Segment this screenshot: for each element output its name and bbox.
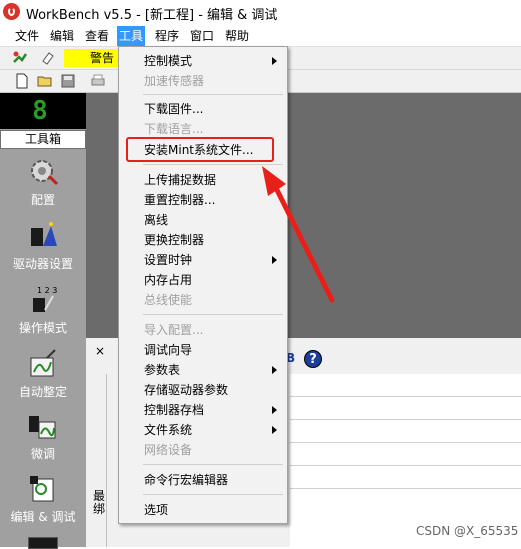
edit-debug-icon: [30, 476, 54, 502]
menu-item-accel-sensor: 加速传感器: [144, 74, 205, 88]
tool-label: 操作模式: [18, 321, 67, 335]
menu-program[interactable]: 程序: [153, 26, 181, 46]
tool-edit-debug[interactable]: 编辑 & 调试: [0, 473, 86, 525]
menu-bar: 文件 编辑 查看 工具 程序 窗口 帮助: [0, 26, 521, 47]
menu-item-download-firmware[interactable]: 下载固件...: [120, 99, 285, 119]
tool-drive-setup[interactable]: 驱动器设置: [0, 220, 86, 272]
title-bar: WorkBench v5.5 - [新工程] - 编辑 & 调试: [0, 0, 521, 24]
tool-label: 编辑 & 调试: [10, 510, 76, 524]
status-display: 8: [0, 93, 86, 129]
gear-icon: [31, 160, 59, 186]
annotation-highlight-box: [126, 137, 274, 162]
drive-wizard-icon: [31, 222, 57, 246]
finetune-icon: [29, 416, 56, 439]
menu-edit[interactable]: 编辑: [48, 26, 76, 46]
toolbox-title: 工具箱: [0, 130, 86, 149]
tool-label: 自动整定: [18, 385, 67, 399]
menu-view[interactable]: 查看: [83, 26, 111, 46]
panel-side-label: 最绑: [93, 489, 106, 516]
submenu-arrow-icon: [272, 406, 277, 414]
menu-separator: [143, 464, 283, 465]
toolbox-panel: 8 工具箱 配置 驱动器设置 1 2 3 操作模式 自动整定 微调 编辑 & 调…: [0, 93, 86, 549]
menu-item-import-config: 导入配置...: [144, 323, 204, 337]
menu-item-debug-wizard[interactable]: 调试向导: [120, 340, 285, 360]
tool-label: 配置: [30, 193, 55, 207]
operating-mode-icon: 1 2 3: [33, 286, 57, 312]
close-icon[interactable]: ×: [95, 344, 105, 358]
menu-separator: [143, 494, 283, 495]
menu-item-download-language: 下载语言...: [144, 122, 204, 136]
menu-separator: [143, 94, 283, 95]
divider: [290, 465, 521, 466]
submenu-arrow-icon: [272, 366, 277, 374]
menu-item-parameter-table[interactable]: 参数表: [120, 360, 285, 380]
divider: [290, 488, 521, 489]
eraser-icon[interactable]: [40, 50, 56, 66]
autotune-icon: [30, 349, 56, 377]
tool-label: 驱动器设置: [12, 257, 73, 271]
menu-item-macro-editor[interactable]: 命令行宏编辑器: [120, 470, 285, 490]
status-digit: 8: [32, 96, 48, 126]
window-title: WorkBench v5.5 - [新工程] - 编辑 & 调试: [26, 8, 278, 23]
menu-item-file-system[interactable]: 文件系统: [120, 420, 285, 440]
menu-item-network-devices: 网络设备: [144, 443, 193, 457]
tool-autotune[interactable]: 自动整定: [0, 348, 86, 400]
tool-finetune[interactable]: 微调: [0, 410, 86, 462]
submenu-arrow-icon: [272, 57, 277, 65]
menu-item-options[interactable]: 选项: [120, 500, 285, 520]
connect-icon[interactable]: [12, 50, 28, 66]
help-icon[interactable]: ?: [304, 350, 322, 368]
menu-help[interactable]: 帮助: [223, 26, 251, 46]
menu-item-store-drive-params[interactable]: 存储驱动器参数: [120, 380, 285, 400]
panel-side-strip: [92, 374, 107, 547]
new-file-icon[interactable]: [14, 73, 30, 89]
next-tool-icon[interactable]: [28, 537, 58, 549]
tool-label: 微调: [30, 447, 55, 461]
divider: [290, 419, 521, 420]
divider: [290, 396, 521, 397]
submenu-arrow-icon: [272, 426, 277, 434]
menu-separator: [143, 314, 283, 315]
print-icon[interactable]: [90, 73, 106, 89]
open-folder-icon[interactable]: [37, 73, 53, 89]
menu-file[interactable]: 文件: [13, 26, 41, 46]
menu-tools[interactable]: 工具: [117, 26, 146, 46]
menu-window[interactable]: 窗口: [188, 26, 216, 46]
divider: [290, 442, 521, 443]
tool-configuration[interactable]: 配置: [0, 156, 86, 208]
output-list: [290, 374, 521, 547]
app-logo-icon[interactable]: [3, 3, 20, 20]
tool-operating-mode[interactable]: 1 2 3 操作模式: [0, 284, 86, 336]
watermark: CSDN @X_65535: [416, 524, 519, 538]
menu-item-control-mode[interactable]: 控制模式: [120, 51, 285, 71]
warning-label: 警告: [64, 49, 118, 67]
annotation-arrow-icon: [262, 166, 335, 303]
menu-item-controller-archive[interactable]: 控制器存档: [120, 400, 285, 420]
svg-text:1 2 3: 1 2 3: [37, 286, 57, 295]
save-icon[interactable]: [60, 73, 76, 89]
